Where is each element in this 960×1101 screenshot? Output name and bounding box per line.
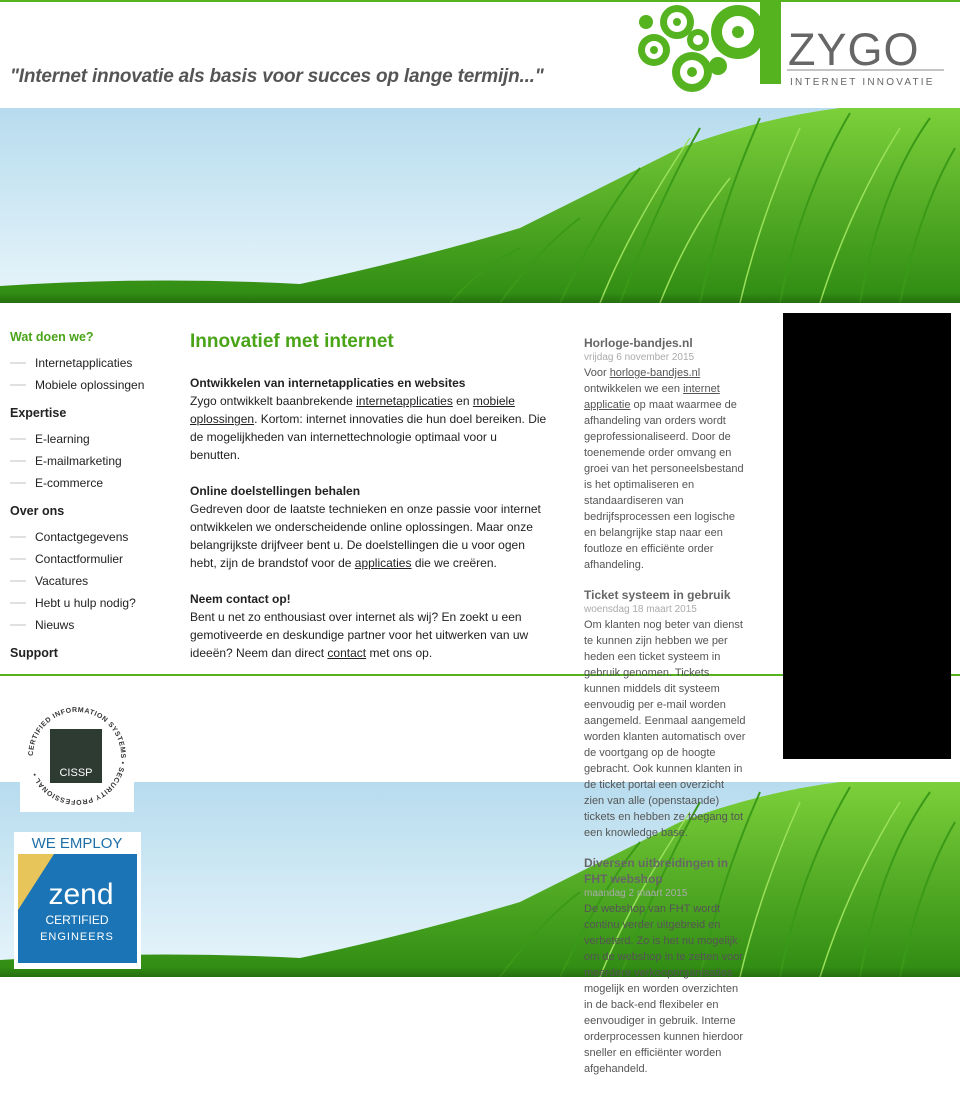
- nav-section-title: Over ons: [10, 504, 65, 518]
- link-applicaties[interactable]: applicaties: [355, 556, 412, 570]
- nav-item-vacatures[interactable]: Vacatures: [10, 570, 170, 592]
- nav-item-hulp[interactable]: Hebt u hulp nodig?: [10, 592, 170, 614]
- news-item: Horloge-bandjes.nl vrijdag 6 november 20…: [584, 335, 746, 573]
- link-horloge-bandjes[interactable]: horloge-bandjes.nl: [610, 367, 701, 379]
- news-date: woensdag 18 maart 2015: [584, 604, 697, 615]
- zend-badge: WE EMPLOY zend CERTIFIED ENGINEERS: [14, 832, 141, 969]
- nav-item-nieuws[interactable]: Nieuws: [10, 614, 170, 636]
- section-text: Zygo ontwikkelt baanbrekende internetapp…: [190, 394, 547, 462]
- sidebar-nav: Wat doen we? Internetapplicaties Mobiele…: [10, 330, 170, 668]
- news-title[interactable]: Diversen uitbreidingen in FHT webshop: [584, 855, 746, 887]
- zend-line1: CERTIFIED: [45, 913, 108, 927]
- embedded-media-placeholder: [783, 313, 951, 759]
- nav-item-e-commerce[interactable]: E-commerce: [10, 472, 170, 494]
- news-date: vrijdag 6 november 2015: [584, 352, 695, 363]
- nav-item-contactformulier[interactable]: Contactformulier: [10, 548, 170, 570]
- cissp-label: CISSP: [59, 767, 92, 779]
- section-text: Bent u net zo enthousiast over internet …: [190, 610, 529, 660]
- logo-subtitle: INTERNET INNOVATIE: [790, 77, 935, 88]
- grass-banner: [0, 108, 960, 303]
- news-text: De webshop van FHT wordt continu verder …: [584, 903, 743, 1075]
- news-date: maandag 2 maart 2015: [584, 888, 688, 899]
- nav-item-mobiele-oplossingen[interactable]: Mobiele oplossingen: [10, 374, 170, 396]
- news-column: Horloge-bandjes.nl vrijdag 6 november 20…: [584, 335, 746, 1091]
- section-heading: Ontwikkelen van internetapplicaties en w…: [190, 376, 466, 390]
- logo-name: ZYGO: [788, 24, 920, 75]
- news-text: Om klanten nog beter van dienst te kunne…: [584, 619, 746, 839]
- zend-brand: zend: [48, 878, 113, 911]
- nav-section-title: Wat doen we?: [10, 330, 94, 344]
- grass-banner-bottom: [0, 782, 960, 977]
- banner-shadow: [0, 293, 960, 303]
- link-internetapplicaties[interactable]: internetapplicaties: [356, 394, 453, 408]
- main-content: Innovatief met internet Ontwikkelen van …: [190, 330, 550, 680]
- page-title: Innovatief met internet: [190, 331, 394, 352]
- section-heading: Online doelstellingen behalen: [190, 484, 361, 498]
- section-text: Gedreven door de laatste technieken en o…: [190, 502, 541, 570]
- nav-section-title: Support: [10, 646, 58, 660]
- news-text: Voor horloge-bandjes.nl ontwikkelen we e…: [584, 367, 744, 571]
- cissp-badge: CERTIFIED INFORMATION SYSTEMS • SECURITY…: [20, 700, 134, 812]
- site-tagline: "Internet innovatie als basis voor succe…: [10, 66, 544, 87]
- section-heading: Neem contact op!: [190, 592, 291, 606]
- link-contact[interactable]: contact: [327, 646, 366, 660]
- zend-top-text: WE EMPLOY: [32, 835, 123, 852]
- nav-item-e-learning[interactable]: E-learning: [10, 428, 170, 450]
- nav-item-internetapplicaties[interactable]: Internetapplicaties: [10, 352, 170, 374]
- nav-item-contactgegevens[interactable]: Contactgegevens: [10, 526, 170, 548]
- zend-line2: ENGINEERS: [40, 931, 114, 943]
- news-item: Ticket systeem in gebruik woensdag 18 ma…: [584, 587, 746, 841]
- news-item: Diversen uitbreidingen in FHT webshop ma…: [584, 855, 746, 1077]
- news-title[interactable]: Horloge-bandjes.nl: [584, 335, 746, 351]
- nav-section-title: Expertise: [10, 406, 67, 420]
- news-title[interactable]: Ticket systeem in gebruik: [584, 587, 746, 603]
- banner-shadow: [0, 967, 960, 977]
- nav-item-e-mailmarketing[interactable]: E-mailmarketing: [10, 450, 170, 472]
